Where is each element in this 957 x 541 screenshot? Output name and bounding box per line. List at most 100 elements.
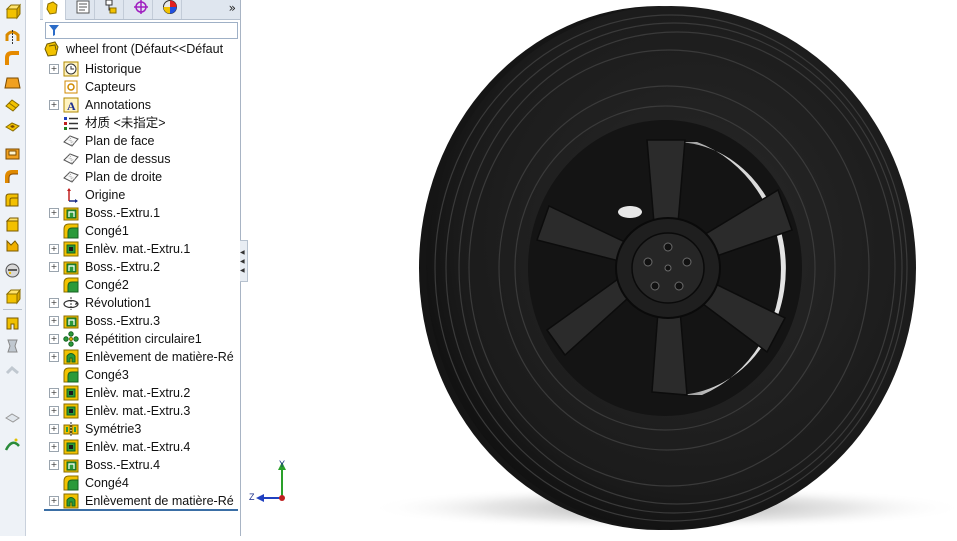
propertymanager-icon bbox=[75, 0, 91, 20]
configurationmanager-icon bbox=[104, 0, 120, 20]
extruded-cut-icon bbox=[4, 119, 21, 141]
tree-item-label: Enlèvement de matière-Ré bbox=[85, 494, 234, 508]
rib-button[interactable] bbox=[3, 238, 22, 257]
dimxpert-icon bbox=[133, 0, 149, 20]
expand-toggle[interactable]: + bbox=[49, 496, 59, 506]
annotations-icon: A bbox=[63, 97, 79, 113]
expand-toggle[interactable]: + bbox=[49, 208, 59, 218]
chamfer-button[interactable] bbox=[3, 217, 22, 236]
extruded-cut-button[interactable] bbox=[3, 120, 22, 139]
cut-revolve-feature-icon bbox=[63, 349, 79, 365]
tree-item[interactable]: Congé2 bbox=[40, 276, 240, 294]
featuremanager-icon bbox=[46, 0, 62, 21]
hole-wizard-icon bbox=[4, 315, 21, 337]
wheel-3d-model[interactable] bbox=[247, 0, 957, 536]
boundary-boss-button[interactable] bbox=[3, 98, 22, 117]
swept-cut-button[interactable] bbox=[3, 169, 22, 189]
tree-item-label: Symétrie3 bbox=[85, 422, 142, 436]
tree-root[interactable]: wheel front (Défaut<<Défaut bbox=[40, 40, 240, 58]
tree-item[interactable]: 材质 <未指定> bbox=[40, 114, 240, 132]
tree-item[interactable]: Congé1 bbox=[40, 222, 240, 240]
dome-button[interactable] bbox=[3, 363, 22, 382]
cut-extrude-feature-icon bbox=[63, 439, 79, 455]
curves-icon bbox=[4, 436, 21, 458]
revolved-boss-button[interactable] bbox=[3, 29, 22, 48]
tree-item[interactable]: + Enlèv. mat.-Extru.1 bbox=[40, 240, 240, 258]
shell-button[interactable] bbox=[3, 263, 22, 282]
lofted-boss-button[interactable] bbox=[3, 75, 22, 94]
boundary-boss-icon bbox=[4, 97, 21, 119]
tree-item-label: Congé4 bbox=[85, 476, 129, 490]
toolbar-separator bbox=[3, 309, 22, 310]
featuremanager-tab[interactable] bbox=[43, 0, 66, 20]
tree-item[interactable]: Congé3 bbox=[40, 366, 240, 384]
expand-toggle[interactable]: + bbox=[49, 352, 59, 362]
tree-item-label: Congé1 bbox=[85, 224, 129, 238]
propertymanager-tab[interactable] bbox=[72, 0, 95, 19]
wrap-icon bbox=[4, 338, 21, 360]
expand-toggle[interactable]: + bbox=[49, 64, 59, 74]
extrude-feature-icon bbox=[63, 457, 79, 473]
tree-item[interactable]: + Enlèv. mat.-Extru.4 bbox=[40, 438, 240, 456]
expand-toggle[interactable]: + bbox=[49, 244, 59, 254]
tree-item[interactable]: + Répétition circulaire1 bbox=[40, 330, 240, 348]
tree-item[interactable]: + Symétrie3 bbox=[40, 420, 240, 438]
graphics-area[interactable] bbox=[247, 0, 957, 536]
tree-item[interactable]: + Enlèv. mat.-Extru.2 bbox=[40, 384, 240, 402]
expand-toggle[interactable]: + bbox=[49, 388, 59, 398]
tree-item[interactable]: + Enlèvement de matière-Ré bbox=[40, 348, 240, 366]
material-icon bbox=[63, 115, 79, 131]
tree-item[interactable]: + Enlèvement de matière-Ré bbox=[40, 492, 240, 510]
extruded-boss-button[interactable] bbox=[3, 3, 22, 25]
extrude-feature-icon bbox=[63, 205, 79, 221]
tree-item[interactable]: Capteurs bbox=[40, 78, 240, 96]
extruded-boss-icon bbox=[4, 3, 21, 25]
more-tabs-button[interactable]: » bbox=[229, 1, 236, 15]
tree-item[interactable]: Origine bbox=[40, 186, 240, 204]
feature-manager-panel: » wheel front (Défaut<<Défaut + Historiqu… bbox=[40, 0, 241, 536]
tree-item-label: Congé3 bbox=[85, 368, 129, 382]
expand-toggle[interactable]: + bbox=[49, 262, 59, 272]
tree-item[interactable]: Plan de dessus bbox=[40, 150, 240, 168]
expand-toggle[interactable]: + bbox=[49, 100, 59, 110]
shell-icon bbox=[4, 262, 21, 284]
hole-wizard-button[interactable] bbox=[3, 316, 22, 335]
expand-toggle[interactable]: + bbox=[49, 424, 59, 434]
tree-item-label: 材质 <未指定> bbox=[85, 116, 166, 130]
configurationmanager-tab[interactable] bbox=[101, 0, 124, 19]
tree-root-label: wheel front (Défaut<<Défaut bbox=[66, 42, 224, 56]
expand-toggle[interactable]: + bbox=[49, 460, 59, 470]
reference-geometry-button[interactable] bbox=[3, 411, 22, 430]
displaymanager-tab[interactable] bbox=[159, 0, 182, 19]
tree-item[interactable]: + Boss.-Extru.4 bbox=[40, 456, 240, 474]
tree-item-label: Plan de droite bbox=[85, 170, 163, 184]
tree-item[interactable]: Congé4 bbox=[40, 474, 240, 492]
displaymanager-icon bbox=[162, 0, 178, 20]
tree-end-marker bbox=[44, 509, 238, 511]
expand-toggle[interactable]: + bbox=[49, 316, 59, 326]
tree-item[interactable]: + Historique bbox=[40, 60, 240, 78]
tree-item[interactable]: Plan de face bbox=[40, 132, 240, 150]
tree-item[interactable]: + Révolution1 bbox=[40, 294, 240, 312]
expand-toggle[interactable]: + bbox=[49, 334, 59, 344]
wrap-button[interactable] bbox=[3, 339, 22, 358]
revolved-cut-button[interactable] bbox=[3, 146, 22, 165]
tree-item-label: Boss.-Extru.2 bbox=[85, 260, 161, 274]
expand-toggle[interactable]: + bbox=[49, 406, 59, 416]
filter-input[interactable] bbox=[45, 22, 238, 39]
expand-toggle[interactable]: + bbox=[49, 442, 59, 452]
draft-button[interactable] bbox=[3, 288, 22, 308]
curves-button[interactable] bbox=[3, 437, 22, 456]
fillet-button[interactable] bbox=[3, 193, 22, 212]
tree-item[interactable]: + A Annotations bbox=[40, 96, 240, 114]
tree-item[interactable]: + Boss.-Extru.1 bbox=[40, 204, 240, 222]
tree-item[interactable]: + Enlèv. mat.-Extru.3 bbox=[40, 402, 240, 420]
tree-item[interactable]: + Boss.-Extru.3 bbox=[40, 312, 240, 330]
expand-toggle[interactable]: + bbox=[49, 298, 59, 308]
tree-item[interactable]: + Boss.-Extru.2 bbox=[40, 258, 240, 276]
dimxpert-tab[interactable] bbox=[130, 0, 153, 19]
swept-boss-button[interactable] bbox=[3, 50, 22, 70]
tree-item-label: Enlèv. mat.-Extru.3 bbox=[85, 404, 191, 418]
mirror-feature-icon bbox=[63, 421, 79, 437]
tree-item[interactable]: Plan de droite bbox=[40, 168, 240, 186]
